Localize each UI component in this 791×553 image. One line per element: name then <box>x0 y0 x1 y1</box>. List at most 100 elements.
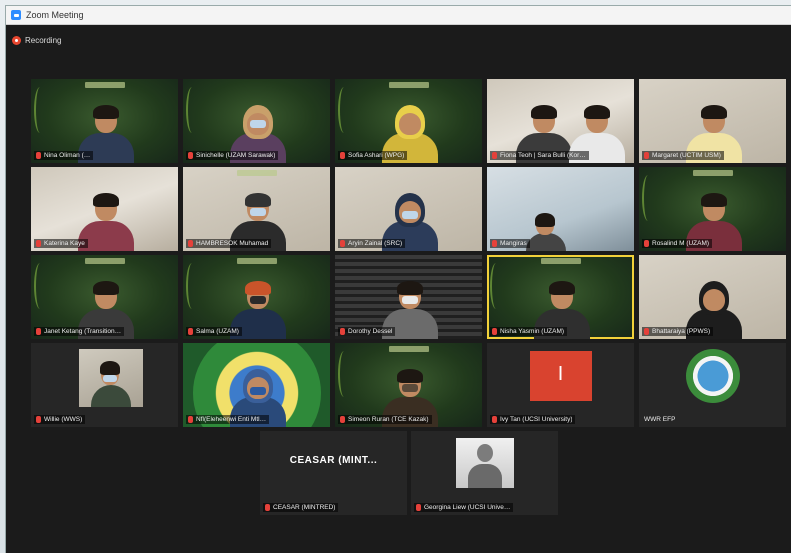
video-tile[interactable]: Katerina Kaye <box>31 167 178 251</box>
leaf-decoration <box>34 87 46 133</box>
participant-name: Sinichelle (UZAM Sarawak) <box>196 152 276 159</box>
video-tile[interactable]: Nina Oliman (… <box>31 79 178 163</box>
video-tile[interactable]: Dorothy Dessel <box>335 255 482 339</box>
participant-name: Nisha Yasmin (UZAM) <box>500 328 565 335</box>
participant-name: CEASAR (MINTRED) <box>273 504 336 511</box>
video-tile[interactable]: WWR EFP <box>639 343 786 427</box>
participant-name-tag: Mangiras <box>490 239 530 248</box>
participant-name: WWR EFP <box>644 416 676 423</box>
video-tile[interactable]: Bhattaraiya (PPWS) <box>639 255 786 339</box>
participant-profile-picture <box>455 438 514 488</box>
muted-mic-icon <box>340 328 345 335</box>
video-tile[interactable]: Salma (UZAM) <box>183 255 330 339</box>
participant-name: Rosalind M (UZAM) <box>652 240 710 247</box>
video-tile[interactable]: Nfl(Eleheenwi Enti Mtl… <box>183 343 330 427</box>
participant-name-tag: Simeon Ruran (TCE Kazak) <box>338 415 432 424</box>
leaf-decoration <box>186 87 198 133</box>
recording-icon <box>12 35 21 45</box>
title-bar: Zoom Meeting <box>6 6 791 25</box>
participant-name: Nfl(Eleheenwi Enti Mtl… <box>196 416 267 423</box>
muted-mic-icon <box>644 240 649 247</box>
muted-mic-icon <box>416 504 421 511</box>
leaf-decoration <box>338 87 350 133</box>
muted-mic-icon <box>188 328 193 335</box>
muted-mic-icon <box>36 240 41 247</box>
muted-mic-icon <box>36 152 41 159</box>
leaf-decoration <box>34 263 46 309</box>
video-tile[interactable]: Margaret (UCTIM USM) <box>639 79 786 163</box>
video-tile[interactable]: Willie (WWS) <box>31 343 178 427</box>
video-tile[interactable]: HAMBRESOK Muhamad <box>183 167 330 251</box>
organization-logo <box>685 349 740 403</box>
leaf-decoration <box>186 263 198 309</box>
window-title: Zoom Meeting <box>26 10 84 20</box>
participant-name-tag: Willie (WWS) <box>34 415 86 424</box>
participant-name-tag: Margaret (UCTIM USM) <box>642 151 724 160</box>
muted-mic-icon <box>492 152 497 159</box>
video-tile[interactable]: CEASAR (MINT... CEASAR (MINTRED) <box>260 431 407 515</box>
zoom-app-icon <box>11 10 21 20</box>
participant-name: Simeon Ruran (TCE Kazak) <box>348 416 429 423</box>
participant-name: Margaret (UCTIM USM) <box>652 152 721 159</box>
participant-name: Sofia Ashari (WPG) <box>348 152 405 159</box>
participant-name: Mangiras <box>500 240 527 247</box>
participant-name-tag: Aryin Zainal (SRC) <box>338 239 406 248</box>
video-tile[interactable]: Ivy Tan (UCSI University) <box>487 343 634 427</box>
participant-name-tag: Rosalind M (UZAM) <box>642 239 713 248</box>
participant-name-tag: Fiona Teoh | Sara Bulli (Kor… <box>490 151 589 160</box>
video-tile[interactable]: Aryin Zainal (SRC) <box>335 167 482 251</box>
participant-video-frame <box>79 349 143 407</box>
participant-name-tag: Janet Ketang (Transition… <box>34 327 125 336</box>
muted-mic-icon <box>188 240 193 247</box>
banner-decoration <box>84 82 125 88</box>
banner-decoration <box>540 258 581 264</box>
video-tile[interactable]: Janet Ketang (Transition… <box>31 255 178 339</box>
participant-name-tag: Nisha Yasmin (UZAM) <box>490 327 568 336</box>
recording-indicator[interactable]: Recording <box>12 34 61 46</box>
participant-name-tag: Nfl(Eleheenwi Enti Mtl… <box>186 415 270 424</box>
muted-mic-icon <box>644 152 649 159</box>
participant-name-tag: CEASAR (MINTRED) <box>263 503 339 512</box>
participant-name: Fiona Teoh | Sara Bulli (Kor… <box>500 152 586 159</box>
banner-decoration <box>84 258 125 264</box>
participant-name-tag: Ivy Tan (UCSI University) <box>490 415 576 424</box>
video-tile[interactable]: Sinichelle (UZAM Sarawak) <box>183 79 330 163</box>
video-tile[interactable]: Sofia Ashari (WPG) <box>335 79 482 163</box>
zoom-window: Zoom Meeting Recording Nina Oliman (… Si… <box>6 6 791 553</box>
participant-name: Bhattaraiya (PPWS) <box>652 328 711 335</box>
banner-decoration <box>388 346 429 352</box>
muted-mic-icon <box>340 240 345 247</box>
participant-name-tag: Salma (UZAM) <box>186 327 242 336</box>
participant-name: Janet Ketang (Transition… <box>44 328 122 335</box>
video-tile[interactable]: Georgina Liew (UCSI Unive… <box>411 431 558 515</box>
participant-name: Katerina Kaye <box>44 240 85 247</box>
participant-name: Salma (UZAM) <box>196 328 239 335</box>
video-tile[interactable]: Mangiras <box>487 167 634 251</box>
participant-name: Ivy Tan (UCSI University) <box>500 416 573 423</box>
active-speaker-tile[interactable]: Nisha Yasmin (UZAM) <box>487 255 634 339</box>
participant-name: Dorothy Dessel <box>348 328 393 335</box>
leaf-decoration <box>642 175 654 221</box>
muted-mic-icon <box>36 328 41 335</box>
video-tile[interactable]: Fiona Teoh | Sara Bulli (Kor… <box>487 79 634 163</box>
banner-decoration <box>236 170 277 176</box>
leaf-decoration <box>338 351 350 397</box>
participant-name-tag: Dorothy Dessel <box>338 327 396 336</box>
muted-mic-icon <box>644 328 649 335</box>
participant-name-tag: Katerina Kaye <box>34 239 88 248</box>
video-tile[interactable]: Simeon Ruran (TCE Kazak) <box>335 343 482 427</box>
participant-name-tag: Georgina Liew (UCSI Unive… <box>414 503 514 512</box>
participant-name: Nina Oliman (… <box>44 152 91 159</box>
participant-name-tag: Sinichelle (UZAM Sarawak) <box>186 151 279 160</box>
muted-mic-icon <box>188 416 193 423</box>
video-tile[interactable]: Rosalind M (UZAM) <box>639 167 786 251</box>
participant-display-name: CEASAR (MINT... <box>289 455 378 466</box>
muted-mic-icon <box>492 240 497 247</box>
recording-label: Recording <box>25 35 62 45</box>
muted-mic-icon <box>36 416 41 423</box>
banner-decoration <box>236 258 277 264</box>
participant-name-tag: HAMBRESOK Muhamad <box>186 239 272 248</box>
muted-mic-icon <box>340 152 345 159</box>
participant-name: HAMBRESOK Muhamad <box>196 240 269 247</box>
muted-mic-icon <box>265 504 270 511</box>
